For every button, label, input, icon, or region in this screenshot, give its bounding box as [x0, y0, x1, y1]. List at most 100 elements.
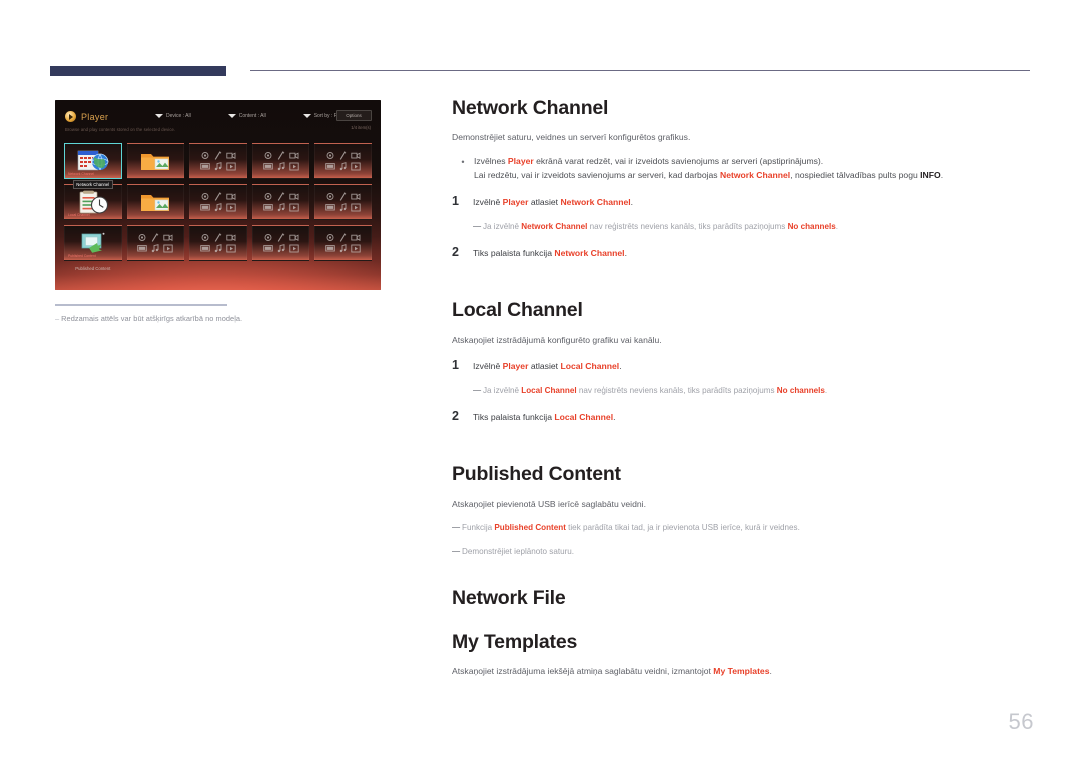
note-term-network-channel: Network Channel [521, 222, 588, 232]
heading-local-channel: Local Channel [452, 299, 583, 322]
note-local-channel: — Ja izvēlnē Local Channel nav reģistrēt… [473, 385, 1030, 397]
step-term-local-channel: Local Channel [560, 361, 620, 372]
photo-icon [200, 192, 210, 201]
player-logo-label: Player [81, 111, 109, 122]
tile-my-templates[interactable]: My Templates [126, 184, 185, 230]
intro-my-templates: Atskaņojiet izstrādājuma iekšējā atmiņa … [452, 665, 1030, 677]
monitor-icon [262, 162, 273, 171]
player-filter-bar: Device : All Content : All Sort by : Fil… [155, 113, 357, 119]
note-mid: nav reģistrēts neviens kanāls, tiks parā… [576, 386, 777, 396]
note-dash: — [473, 222, 481, 232]
note-body: Funkcija Published Content tiek parādīta… [462, 522, 1030, 534]
filter-content[interactable]: Content : All [227, 113, 266, 119]
heading-published-content: Published Content [452, 463, 621, 486]
play-file-icon [226, 244, 236, 253]
intro-published-content: Atskaņojiet pievienotā USB ierīcē saglab… [452, 498, 646, 509]
music-note-icon [213, 244, 223, 253]
tile-local-channel[interactable]: Local Channel Local Channel [64, 184, 122, 230]
flash-icon [150, 233, 160, 242]
step-post: . [619, 361, 622, 372]
note-network-channel: — Ja izvēlnē Network Channel nav reģistr… [473, 221, 1030, 233]
figure-caption: – Redzamais attēls var būt atšķirīgs atka… [55, 314, 385, 323]
note-dash: — [452, 523, 460, 533]
tile-network-file[interactable]: Network File [126, 143, 185, 189]
step-term-player: Player [502, 361, 529, 372]
player-topbar: Player Browse and play contents stored o… [55, 100, 381, 140]
monitor-icon [200, 162, 210, 171]
photo-icon [263, 151, 273, 160]
flash-icon [276, 151, 286, 160]
player-tile-grid: Network Channel Network Channel Network … [64, 143, 372, 271]
flash-icon [276, 192, 286, 201]
file-types-icon [262, 233, 299, 253]
item-count-label: 1/4 item(s) [351, 125, 371, 130]
music-note-icon [338, 162, 348, 171]
tile-placeholder[interactable] [314, 143, 372, 179]
filter-device[interactable]: Device : All [155, 113, 191, 119]
tile-placeholder[interactable] [251, 225, 310, 261]
chevron-down-icon [155, 114, 163, 118]
tile-published-content[interactable]: Published Content Published Content [64, 225, 122, 271]
page-number: 56 [1008, 709, 1034, 734]
tile-placeholder[interactable] [189, 143, 247, 179]
tile-label-network-channel: Network Channel [72, 180, 113, 189]
note-pre: Funkcija [462, 523, 495, 533]
play-file-icon [351, 203, 361, 212]
tile-placeholder[interactable] [189, 225, 247, 261]
tile-sublabel: Network Channel [68, 172, 95, 176]
step-pre: Izvēlnē [473, 197, 503, 208]
tile-placeholder[interactable] [314, 225, 372, 261]
intro-network-channel: Demonstrējiet saturu, veidnes un serverī… [452, 132, 691, 143]
chevron-down-icon [302, 114, 311, 118]
tile-placeholder[interactable] [314, 184, 372, 220]
note-term-published-content: Published Content [494, 523, 566, 533]
file-types-icon [325, 233, 361, 253]
music-note-icon [213, 162, 223, 171]
step-term-network-channel: Network Channel [554, 248, 625, 259]
photo-icon [137, 233, 147, 242]
tile-placeholder[interactable] [189, 184, 247, 220]
note-pre: Ja izvēlnē [483, 386, 522, 396]
note-post: . [824, 386, 828, 396]
monitor-icon [262, 244, 273, 253]
file-types-icon [200, 151, 236, 171]
step-pre: Tiks palaista funkcija [473, 412, 555, 423]
flash-icon [213, 233, 223, 242]
step-local-channel-2: 2 Tiks palaista funkcija Local Channel. [452, 410, 1030, 424]
chevron-down-icon [227, 114, 236, 118]
video-camera-icon [288, 192, 299, 201]
note-term-local-channel: Local Channel [521, 386, 577, 396]
file-types-icon [262, 151, 299, 171]
music-note-icon [276, 162, 286, 171]
step-mid: atlasiet [528, 197, 561, 208]
music-note-icon [338, 203, 348, 212]
monitor-icon [325, 162, 335, 171]
tile-placeholder[interactable] [251, 184, 310, 220]
player-screen-figure: Player Browse and play contents stored o… [55, 100, 381, 290]
photo-icon [325, 192, 335, 201]
note-body: Demonstrējiet ieplānoto saturu. [462, 547, 575, 557]
caption-text: Redzamais attēls var būt atšķirīgs atkar… [61, 313, 243, 323]
video-camera-icon [351, 233, 361, 242]
play-file-icon [226, 162, 236, 171]
step-pre: Tiks palaista funkcija [473, 248, 555, 259]
published-content-icon [78, 232, 108, 254]
photo-icon [200, 151, 210, 160]
video-camera-icon [288, 151, 299, 160]
tile-placeholder[interactable] [251, 143, 310, 179]
video-camera-icon [288, 233, 299, 242]
tile-label-published-content: Published Content [75, 266, 111, 271]
step-term-local-channel: Local Channel [554, 412, 614, 423]
bullet-line1-post: ekrānā varat redzēt, vai ir izveidots sa… [533, 155, 824, 166]
filter-device-label: Device : All [166, 113, 191, 119]
step-post: . [613, 412, 616, 423]
network-channel-icon [76, 149, 110, 173]
options-button[interactable]: Options [336, 110, 372, 121]
heading-network-channel: Network Channel [452, 97, 609, 119]
video-camera-icon [351, 192, 361, 201]
tile-network-channel[interactable]: Network Channel Network Channel [64, 143, 122, 189]
flash-icon [276, 233, 286, 242]
note-mid: nav reģistrēts neviens kanāls, tiks parā… [587, 222, 788, 232]
tile-placeholder[interactable] [126, 225, 185, 261]
music-note-icon [338, 244, 348, 253]
